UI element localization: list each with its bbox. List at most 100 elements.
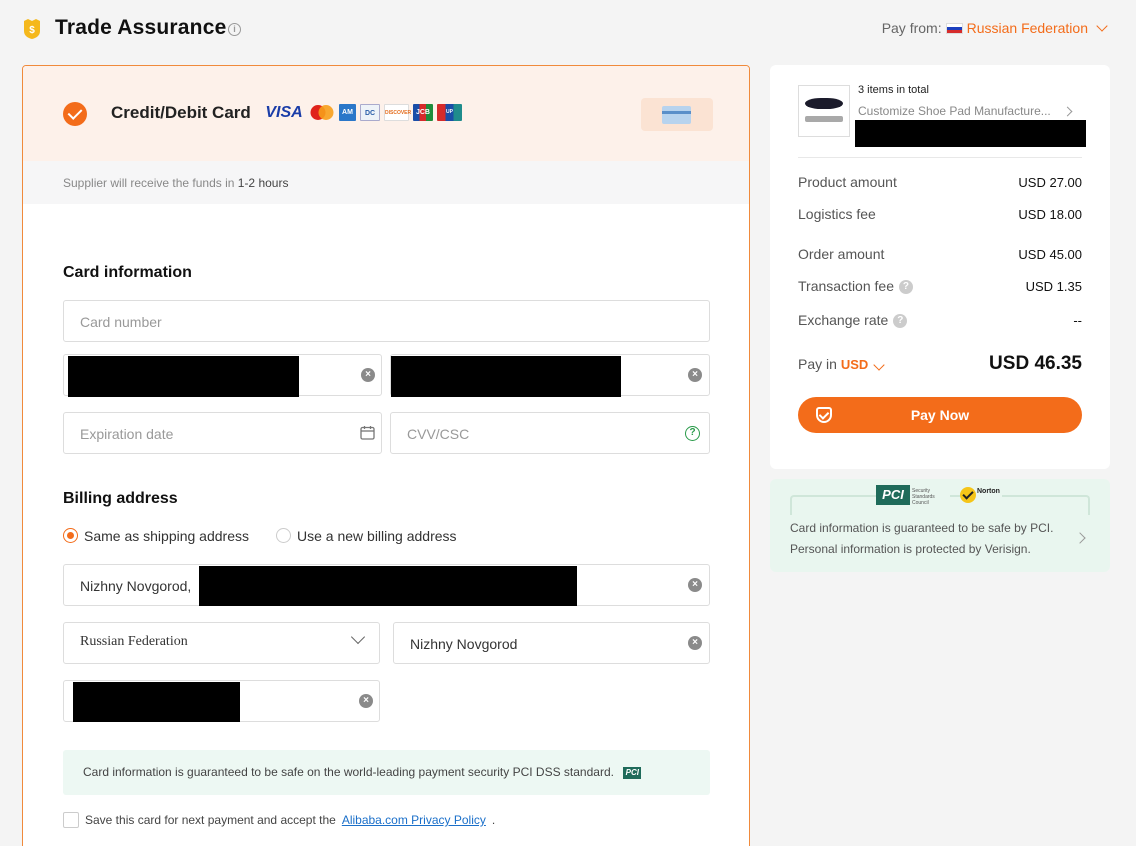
pay-from-country: Russian Federation (966, 20, 1088, 36)
save-card-checkbox[interactable] (63, 812, 79, 828)
jcb-icon: JCB (413, 104, 433, 121)
radio-new-label: Use a new billing address (297, 527, 457, 544)
postal-code-input[interactable]: × (63, 680, 380, 722)
unionpay-icon: UP (437, 104, 462, 121)
privacy-policy-link[interactable]: Alibaba.com Privacy Policy (342, 813, 486, 827)
country-value: Russian Federation (80, 634, 188, 649)
address-value: Nizhny Novgorod, (80, 578, 192, 594)
pci-logo-icon: PCI Security Standards Council (876, 485, 950, 507)
cardholder-first-name-input[interactable]: × (63, 354, 382, 397)
product-amount-label: Product amount (798, 174, 897, 190)
save-card-row: Save this card for next payment and acce… (63, 812, 495, 828)
redacted-block (199, 566, 577, 606)
calendar-icon[interactable] (360, 425, 375, 440)
security-line-1: Card information is guaranteed to be saf… (790, 521, 1054, 535)
order-amount-value: USD 45.00 (1018, 247, 1082, 262)
save-card-suffix: . (491, 813, 496, 827)
divider (798, 157, 1082, 158)
funds-notice: Supplier will receive the funds in 1-2 h… (23, 161, 749, 204)
payment-method-panel: Credit/Debit Card VISA AM DC DISCOVER JC… (22, 65, 750, 846)
product-thumbnail[interactable] (798, 85, 850, 137)
selected-check-icon (63, 102, 87, 126)
total-amount: USD 46.35 (989, 353, 1082, 374)
security-text: Card information is guaranteed to be saf… (790, 518, 1053, 560)
country-select[interactable]: Russian Federation (63, 622, 380, 664)
pay-from-selector[interactable]: Pay from: Russian Federation (882, 20, 1110, 36)
info-icon[interactable]: i (228, 23, 241, 36)
russia-flag-icon (945, 22, 963, 34)
chevron-down-icon (873, 359, 885, 371)
redacted-block (855, 120, 1086, 147)
radio-same-label: Same as shipping address (84, 527, 249, 544)
card-thumbnail-icon (641, 98, 713, 131)
help-icon[interactable]: ? (893, 314, 908, 329)
cvv-help-icon[interactable]: ? (685, 426, 700, 441)
shield-check-icon (816, 407, 832, 423)
method-label: Credit/Debit Card (111, 103, 251, 122)
expiration-date-input[interactable]: Expiration date (63, 412, 382, 454)
order-amount-label: Order amount (798, 246, 885, 262)
card-brands: VISA AM DC DISCOVER JCB UP (263, 104, 462, 121)
expiration-placeholder: Expiration date (80, 426, 174, 442)
chevron-right-icon[interactable] (1074, 532, 1086, 544)
billing-title: Billing address (63, 490, 178, 507)
pay-from-label: Pay from: (881, 20, 942, 36)
cardholder-last-name-input[interactable]: × (390, 354, 710, 397)
security-info-box[interactable]: PCI Security Standards Council Norton Ca… (770, 479, 1110, 572)
pci-note-text: Card information is guaranteed to be saf… (83, 765, 614, 779)
chevron-right-icon[interactable] (1062, 106, 1073, 117)
items-total: 3 items in total (858, 84, 929, 96)
address-input[interactable]: Nizhny Novgorod, × (63, 564, 710, 606)
pay-in-currency: USD (840, 357, 869, 372)
clear-icon[interactable]: × (688, 636, 702, 650)
clear-icon[interactable]: × (359, 694, 373, 708)
redacted-block (68, 356, 299, 397)
pay-in-selector[interactable]: Pay in USD (798, 356, 887, 372)
exchange-rate-label: Exchange rate (798, 312, 889, 328)
funds-prefix: Supplier will receive the funds in (63, 176, 235, 190)
trade-assurance-icon: $ (24, 19, 40, 39)
pay-now-button[interactable]: Pay Now (798, 397, 1082, 433)
logistics-fee-label: Logistics fee (798, 206, 876, 222)
transaction-fee-row: Transaction fee? (798, 278, 913, 295)
card-info-title: Card information (63, 264, 192, 281)
help-icon[interactable]: ? (898, 280, 913, 295)
chevron-down-icon (1096, 20, 1108, 32)
city-input[interactable]: Nizhny Novgorod × (393, 622, 710, 664)
exchange-rate-row: Exchange rate? (798, 312, 908, 329)
pay-in-label: Pay in (798, 356, 837, 372)
logistics-fee-value: USD 18.00 (1018, 207, 1082, 222)
clear-icon[interactable]: × (688, 578, 702, 592)
cvv-placeholder: CVV/CSC (407, 426, 470, 442)
transaction-fee-value: USD 1.35 (1025, 279, 1082, 294)
security-line-2: Personal information is protected by Ver… (790, 542, 1031, 556)
save-card-text: Save this card for next payment and acce… (85, 813, 336, 827)
radio-unselected-icon (276, 528, 291, 544)
diners-club-icon: DC (360, 104, 380, 121)
page-title: Trade Assurance (55, 16, 227, 39)
radio-new-billing[interactable]: Use a new billing address (276, 527, 457, 545)
cvv-input[interactable]: CVV/CSC ? (390, 412, 710, 454)
mastercard-icon (310, 105, 334, 120)
radio-selected-icon (63, 528, 78, 544)
clear-icon[interactable]: × (688, 368, 702, 382)
funds-time: 1-2 hours (237, 176, 289, 190)
clear-icon[interactable]: × (361, 368, 375, 382)
chevron-down-icon (350, 629, 366, 645)
amex-icon: AM (339, 104, 356, 121)
svg-text:$: $ (29, 25, 35, 36)
visa-icon: VISA (265, 104, 303, 121)
product-name-link[interactable]: Customize Shoe Pad Manufacture... (858, 104, 1058, 118)
transaction-fee-label: Transaction fee (798, 278, 894, 294)
card-number-input[interactable]: Card number (63, 300, 710, 342)
redacted-block (73, 682, 240, 722)
redacted-block (391, 356, 621, 397)
city-value: Nizhny Novgorod (410, 636, 518, 652)
discover-icon: DISCOVER (384, 104, 411, 121)
pci-security-note: Card information is guaranteed to be saf… (63, 750, 710, 795)
credit-card-option[interactable]: Credit/Debit Card VISA AM DC DISCOVER JC… (23, 66, 749, 161)
order-summary-panel: 3 items in total Customize Shoe Pad Manu… (770, 65, 1110, 469)
exchange-rate-value: -- (1073, 313, 1082, 328)
norton-secured-icon: Norton (960, 485, 1002, 509)
radio-same-as-shipping[interactable]: Same as shipping address (63, 527, 249, 545)
